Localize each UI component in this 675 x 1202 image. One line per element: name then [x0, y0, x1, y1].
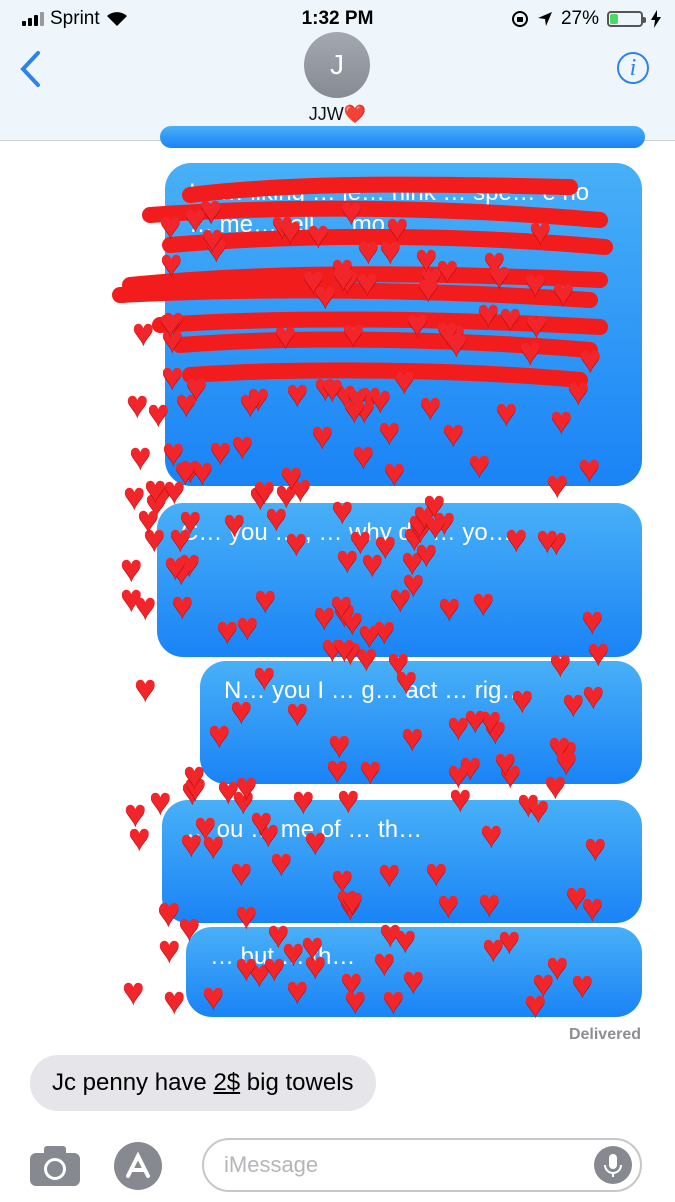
heart-emoji: ♥ [120, 578, 143, 620]
charging-icon [651, 10, 661, 28]
chevron-left-icon [20, 51, 40, 87]
conversation-header: Sprint 1:32 PM 27% J JJW❤️ i [0, 0, 675, 141]
heart-emoji: ♥ [134, 586, 157, 628]
sent-bubble-top-partial [160, 126, 645, 148]
sent-message[interactable]: C… you … , … why do … yo… [157, 503, 642, 657]
sent-message[interactable]: N… you I … g… act … rig… [200, 661, 642, 784]
heart-emoji: ♥ [134, 668, 157, 710]
camera-icon[interactable] [28, 1144, 82, 1188]
delivered-status: Delivered [568, 1026, 641, 1043]
contact-name[interactable]: JJW❤️ [0, 104, 675, 125]
heart-emoji: ♥ [124, 793, 147, 835]
message-text: … ou … me of … th… [186, 816, 423, 843]
red-scribble-redaction [112, 176, 613, 388]
message-text: Jc penny have [52, 1069, 214, 1096]
input-placeholder: iMessage [224, 1152, 319, 1177]
heart-emoji: ♥ [129, 436, 152, 478]
message-text: big towels [240, 1069, 354, 1096]
detected-price-link[interactable]: 2$ [213, 1069, 240, 1096]
message-text: N… you I … g… act … rig… [224, 677, 526, 704]
sent-message[interactable]: … but … th… [186, 927, 642, 1017]
back-button[interactable] [18, 50, 42, 93]
sent-message[interactable]: … ou … me of … th… [162, 800, 642, 923]
compose-bar: iMessage [0, 1130, 675, 1200]
imessage-input[interactable]: iMessage [202, 1138, 642, 1192]
avatar[interactable]: J [304, 32, 370, 98]
heart-emoji: ♥ [163, 980, 186, 1020]
app-store-icon[interactable] [114, 1142, 162, 1190]
heart-emoji: ♥ [120, 548, 143, 590]
info-button[interactable]: i [617, 52, 649, 84]
heart-emoji: ♥ [128, 817, 151, 859]
heart-emoji: ♥ [144, 469, 167, 511]
battery-fill [610, 14, 619, 24]
battery-percent: 27% [560, 8, 599, 29]
heart-emoji: ♥ [158, 929, 181, 971]
heart-emoji: ♥ [123, 476, 146, 518]
message-text: … but … th… [210, 943, 356, 970]
message-text: C… you … , … why do … yo… [181, 519, 512, 546]
battery-icon [607, 11, 646, 27]
status-bar: Sprint 1:32 PM 27% [0, 4, 675, 32]
lock-rotation-icon [511, 11, 528, 27]
location-icon [537, 12, 552, 26]
heart-emoji: ♥ [122, 971, 145, 1013]
received-message[interactable]: Jc penny have 2$ big towels [30, 1055, 376, 1111]
microphone-icon[interactable] [594, 1146, 632, 1184]
